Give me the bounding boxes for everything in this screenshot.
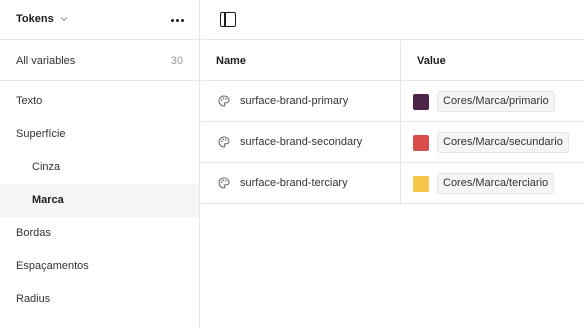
table-row[interactable]: surface-brand-secondary Cores/Marca/secu… [201,122,584,163]
color-palette-icon [218,95,230,107]
variables-sidebar: Tokens All variables 30 Texto Superfície… [0,0,200,329]
group-item-marca[interactable]: Marca [0,184,199,217]
group-item-cinza[interactable]: Cinza [0,151,199,184]
variables-table: Name Value surface-brand-primary Cores/M… [201,41,584,204]
variable-name: surface-brand-primary [240,95,349,107]
group-list: Texto Superfície Cinza Marca Bordas Espa… [0,85,199,316]
all-variables-count: 30 [170,55,183,67]
color-swatch [413,176,429,192]
chevron-down-icon [60,17,68,22]
more-options-button[interactable] [167,10,187,30]
variable-name: surface-brand-terciary [240,177,348,189]
collection-name: Tokens [16,13,54,25]
more-horizontal-icon [170,18,174,22]
table-row[interactable]: surface-brand-terciary Cores/Marca/terci… [201,163,584,204]
sidebar-toggle-icon[interactable] [220,12,236,27]
all-variables-item[interactable]: All variables 30 [0,41,199,81]
group-item-radius[interactable]: Radius [0,283,199,316]
collection-dropdown[interactable]: Tokens [16,13,68,25]
group-item-bordas[interactable]: Bordas [0,217,199,250]
table-toolbar [201,0,584,40]
group-item-espacamentos[interactable]: Espaçamentos [0,250,199,283]
table-row[interactable]: surface-brand-primary Cores/Marca/primar… [201,81,584,122]
variable-alias-pill[interactable]: Cores/Marca/terciario [437,173,555,194]
color-palette-icon [218,177,230,189]
color-palette-icon [218,136,230,148]
variable-alias-pill[interactable]: Cores/Marca/secundario [437,132,569,153]
group-item-texto[interactable]: Texto [0,85,199,118]
group-item-superficie[interactable]: Superfície [0,118,199,151]
all-variables-label: All variables [16,55,76,67]
color-swatch [413,94,429,110]
table-header: Name Value [201,41,584,81]
value-column-header: Value [417,55,446,67]
color-swatch [413,135,429,151]
name-column-header: Name [216,55,246,67]
sidebar-header: Tokens [0,0,199,40]
variable-name: surface-brand-secondary [240,136,363,148]
variable-alias-pill[interactable]: Cores/Marca/primario [437,91,555,112]
